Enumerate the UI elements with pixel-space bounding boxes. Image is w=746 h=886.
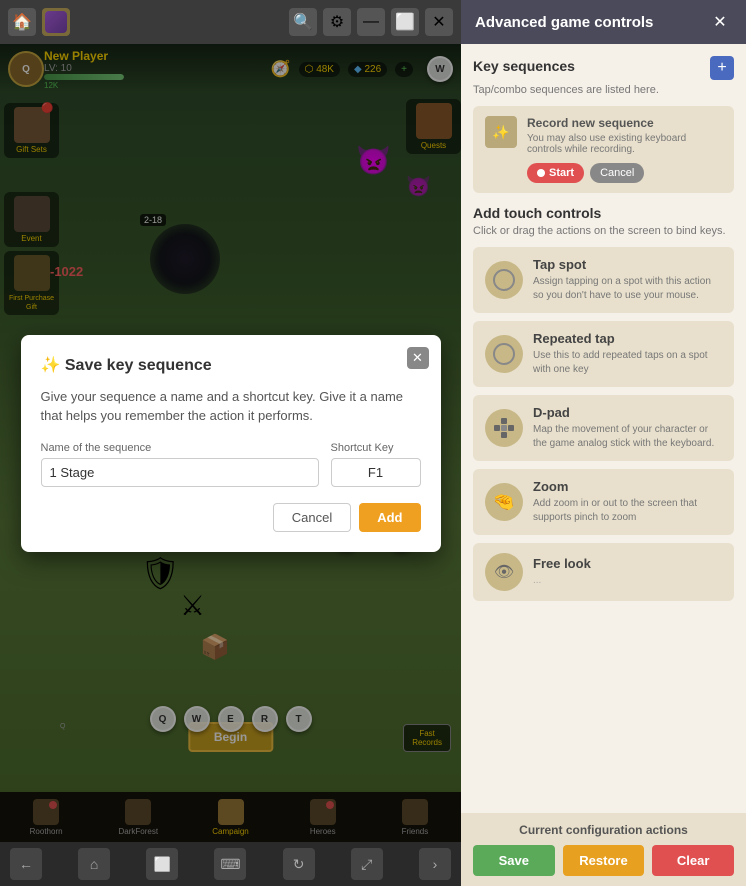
modal-overlay: ✕ ✨ Save key sequence Give your sequence… <box>0 44 461 842</box>
touch-controls-title: Add touch controls <box>473 205 734 221</box>
close-window-icon[interactable]: ✕ <box>425 8 453 36</box>
modal-actions: Cancel Add <box>41 503 421 532</box>
save-sequence-modal: ✕ ✨ Save key sequence Give your sequence… <box>21 335 441 552</box>
clear-btn[interactable]: Clear <box>652 845 734 876</box>
restore-btn[interactable]: Restore <box>563 845 645 876</box>
repeated-tap-name: Repeated tap <box>533 331 722 346</box>
freelook-icon: 👁 <box>485 553 523 591</box>
modal-cancel-btn[interactable]: Cancel <box>273 503 351 532</box>
name-label: Name of the sequence <box>41 442 319 454</box>
freelook-name: Free look <box>533 556 722 571</box>
dpad-desc: Map the movement of your character or th… <box>533 423 722 451</box>
dpad-info: D-pad Map the movement of your character… <box>533 405 722 451</box>
zoom-card[interactable]: 🤏 Zoom Add zoom in or out to the screen … <box>473 469 734 535</box>
tap-spot-info: Tap spot Assign tapping on a spot with t… <box>533 257 722 303</box>
record-title: Record new sequence <box>527 116 722 130</box>
freelook-card[interactable]: 👁 Free look ... <box>473 543 734 601</box>
game-screen: Q New Player LV: 10 12K 🧭 ⬡ 48K <box>0 44 461 842</box>
game-topbar: 🏠 🔍 ⚙ — ⬜ ✕ <box>0 0 461 44</box>
zoom-name: Zoom <box>533 479 722 494</box>
save-btn[interactable]: Save <box>473 845 555 876</box>
tap-spot-card[interactable]: Tap spot Assign tapping on a spot with t… <box>473 247 734 313</box>
modal-add-btn[interactable]: Add <box>359 503 420 532</box>
dpad-card[interactable]: D-pad Map the movement of your character… <box>473 395 734 461</box>
repeated-tap-desc: Use this to add repeated taps on a spot … <box>533 349 722 377</box>
fullscreen-btn[interactable]: ⤢ <box>351 848 383 880</box>
recent-btn[interactable]: ⬜ <box>146 848 178 880</box>
record-box: ✨ Record new sequence You may also use e… <box>473 106 734 193</box>
zoom-desc: Add zoom in or out to the screen that su… <box>533 497 722 525</box>
right-panel: Advanced game controls ✕ Key sequences +… <box>461 0 746 886</box>
record-actions: Start Cancel <box>527 163 722 183</box>
modal-close-btn[interactable]: ✕ <box>407 347 429 369</box>
game-icon[interactable] <box>42 8 70 36</box>
game-area: 🏠 🔍 ⚙ — ⬜ ✕ Q New Player LV: 10 <box>0 0 461 886</box>
panel-content: Key sequences + Tap/combo sequences are … <box>461 44 746 813</box>
more-btn[interactable]: › <box>419 848 451 880</box>
modal-description: Give your sequence a name and a shortcut… <box>41 387 421 426</box>
rotate-btn[interactable]: ↻ <box>283 848 315 880</box>
record-desc: You may also use existing keyboard contr… <box>527 133 722 155</box>
dpad-icon <box>485 409 523 447</box>
emulator-controls: ← ⌂ ⬜ ⌨ ↻ ⤢ › <box>0 842 461 886</box>
modal-title: ✨ Save key sequence <box>41 355 421 375</box>
minimize-icon[interactable]: — <box>357 8 385 36</box>
repeated-tap-card[interactable]: Repeated tap Use this to add repeated ta… <box>473 321 734 387</box>
add-sequence-btn[interactable]: + <box>710 56 734 80</box>
record-icon: ✨ <box>485 116 517 148</box>
cancel-record-btn[interactable]: Cancel <box>590 163 644 183</box>
home-btn[interactable]: ⌂ <box>78 848 110 880</box>
freelook-info: Free look ... <box>533 556 722 588</box>
repeated-tap-info: Repeated tap Use this to add repeated ta… <box>533 331 722 377</box>
keyboard-btn[interactable]: ⌨ <box>214 848 246 880</box>
panel-title: Advanced game controls <box>475 14 653 31</box>
key-label: Shortcut Key <box>331 442 421 454</box>
wand-icon: ✨ <box>492 124 509 141</box>
repeated-tap-icon <box>485 335 523 373</box>
key-sequences-title: Key sequences <box>473 58 575 74</box>
footer-actions: Save Restore Clear <box>473 845 734 876</box>
key-sequences-subtitle: Tap/combo sequences are listed here. <box>473 84 734 96</box>
panel-footer: Current configuration actions Save Resto… <box>461 813 746 886</box>
panel-header: Advanced game controls ✕ <box>461 0 746 44</box>
key-sequences-header: Key sequences + <box>473 56 734 80</box>
zoom-info: Zoom Add zoom in or out to the screen th… <box>533 479 722 525</box>
search-icon[interactable]: 🔍 <box>289 8 317 36</box>
tap-spot-desc: Assign tapping on a spot with this actio… <box>533 275 722 303</box>
home-icon[interactable]: 🏠 <box>8 8 36 36</box>
name-input[interactable] <box>41 458 319 487</box>
freelook-desc: ... <box>533 574 722 588</box>
settings-icon[interactable]: ⚙ <box>323 8 351 36</box>
record-text: Record new sequence You may also use exi… <box>527 116 722 183</box>
modal-fields: Name of the sequence Shortcut Key <box>41 442 421 487</box>
footer-title: Current configuration actions <box>473 823 734 837</box>
touch-controls-section: Add touch controls Click or drag the act… <box>473 205 734 601</box>
key-field: Shortcut Key <box>331 442 421 487</box>
key-input[interactable] <box>331 458 421 487</box>
start-btn[interactable]: Start <box>527 163 584 183</box>
name-field: Name of the sequence <box>41 442 319 487</box>
back-btn[interactable]: ← <box>10 848 42 880</box>
dpad-name: D-pad <box>533 405 722 420</box>
tap-spot-name: Tap spot <box>533 257 722 272</box>
zoom-icon: 🤏 <box>485 483 523 521</box>
tap-spot-icon <box>485 261 523 299</box>
record-dot <box>537 169 545 177</box>
panel-close-btn[interactable]: ✕ <box>708 10 732 34</box>
maximize-icon[interactable]: ⬜ <box>391 8 419 36</box>
touch-controls-subtitle: Click or drag the actions on the screen … <box>473 225 734 237</box>
